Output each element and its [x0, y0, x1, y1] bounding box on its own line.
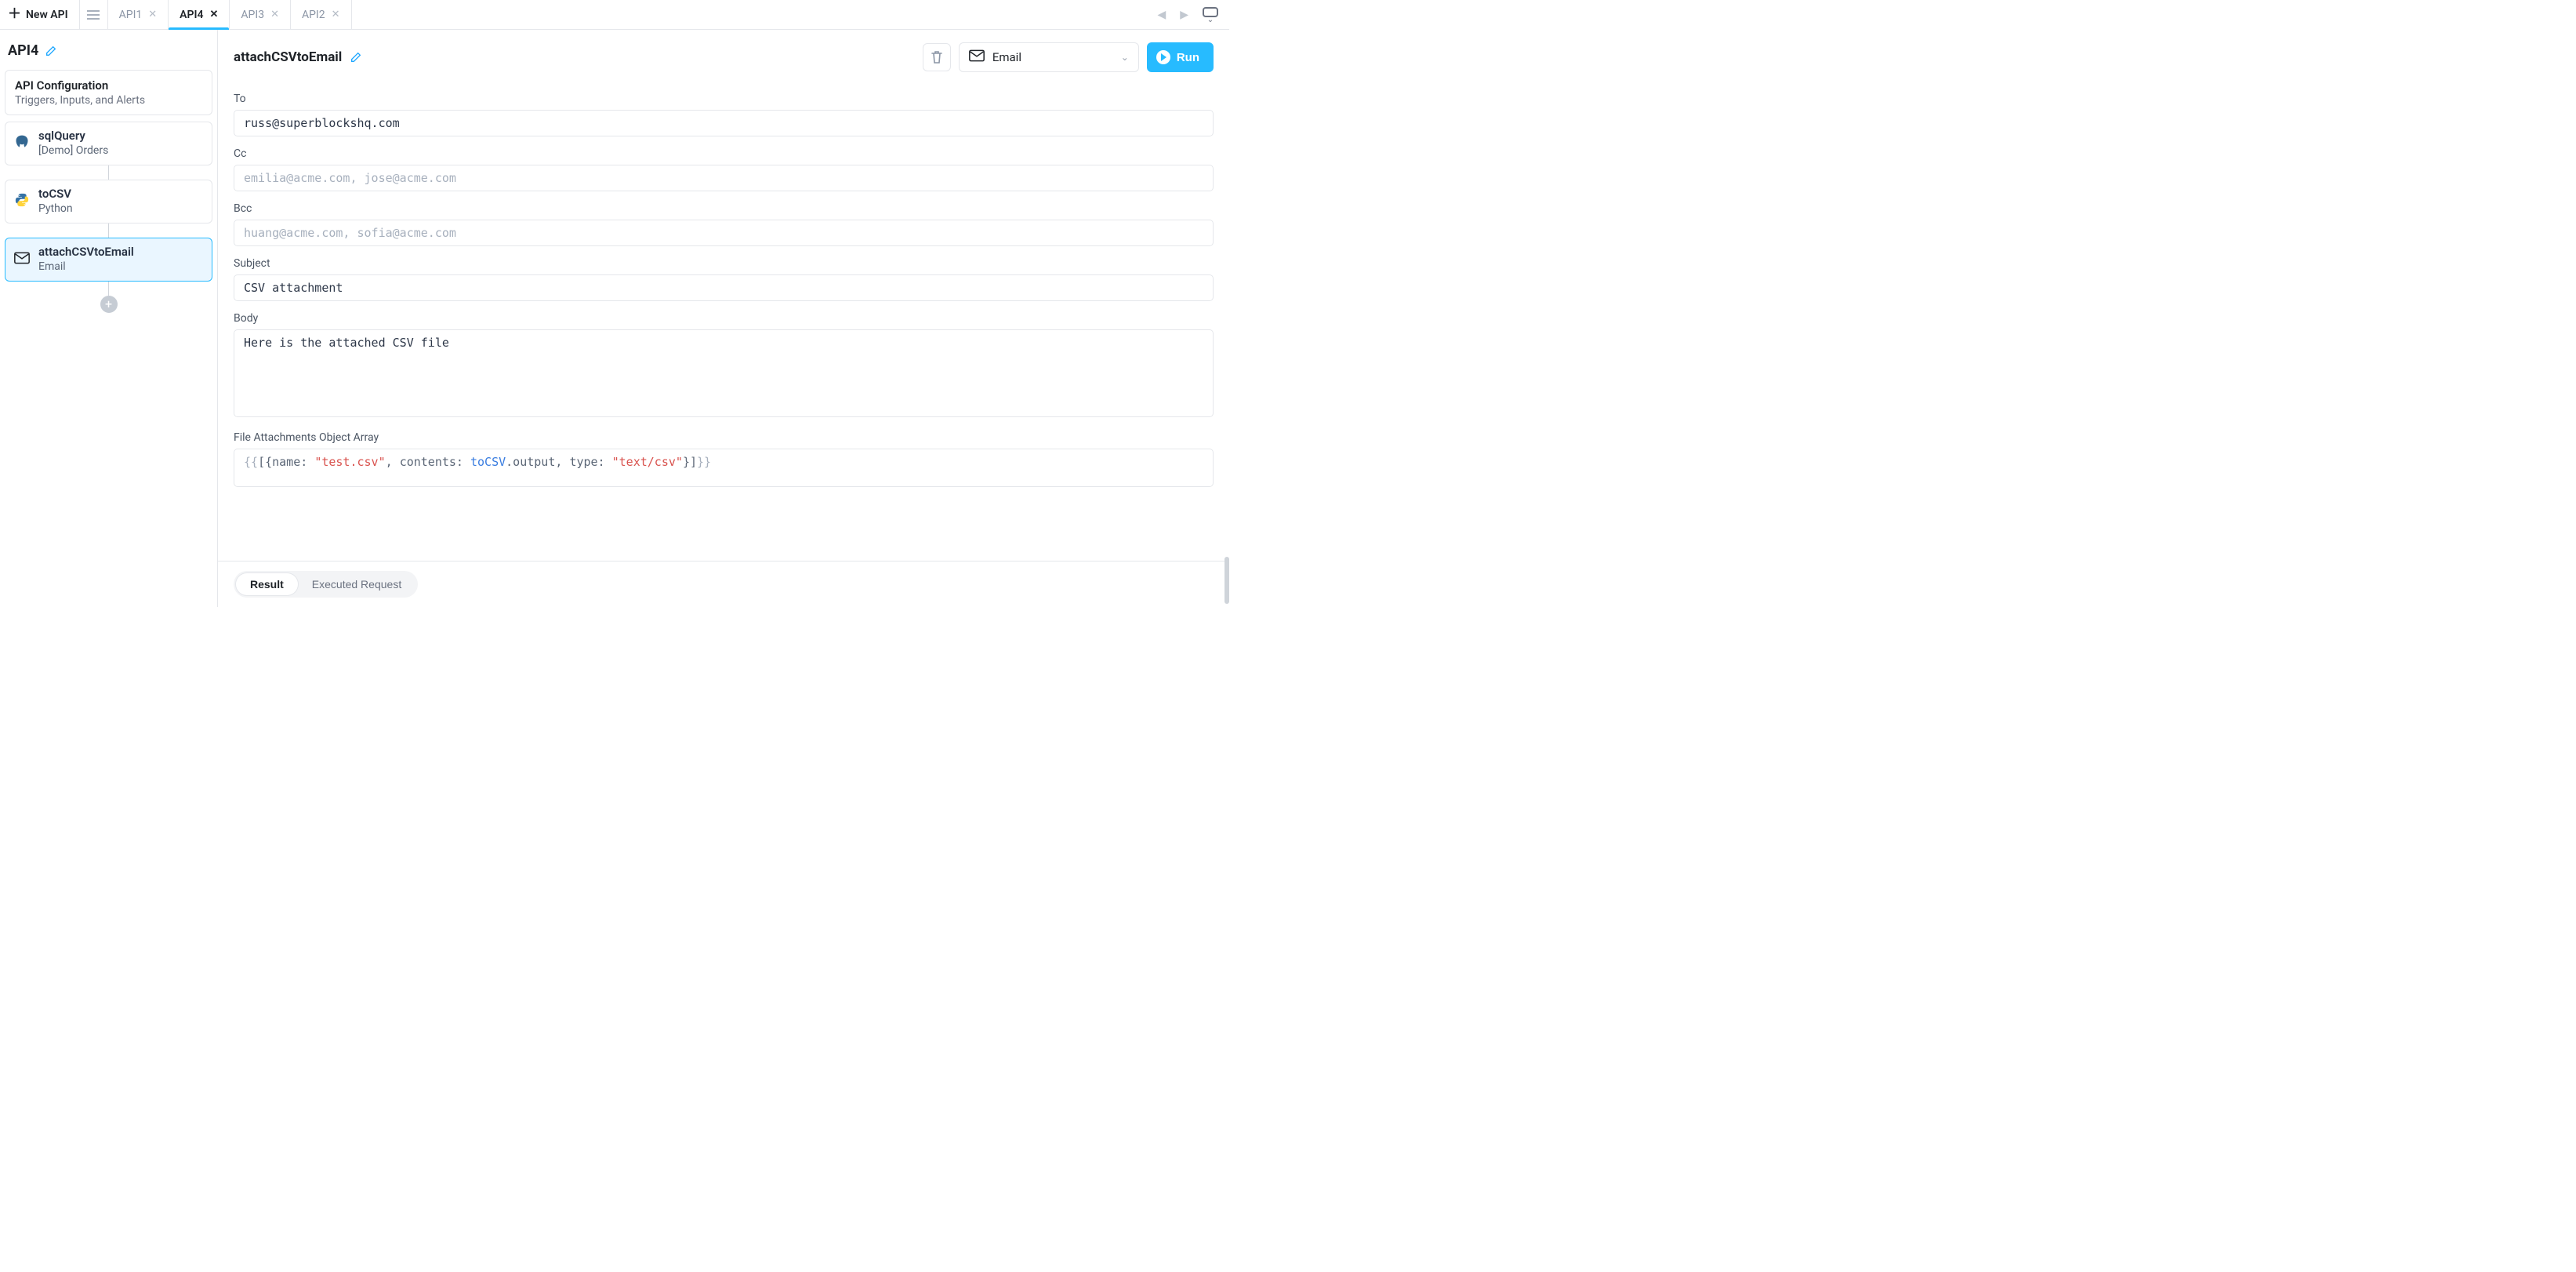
- tab-api2[interactable]: API2 ✕: [291, 0, 352, 29]
- python-icon: [13, 191, 31, 209]
- chevron-down-icon: ⌄: [1207, 18, 1214, 23]
- tab-api4[interactable]: API4 ✕: [169, 0, 230, 29]
- field-label: Body: [234, 312, 1214, 325]
- output-tab-result[interactable]: Result: [236, 573, 298, 595]
- close-icon[interactable]: ✕: [332, 9, 340, 20]
- run-button[interactable]: Run: [1147, 42, 1214, 72]
- plus-icon: ＋: [8, 8, 21, 21]
- field-label: File Attachments Object Array: [234, 431, 1214, 444]
- field-to: To: [234, 93, 1214, 136]
- file-attachments-code-input[interactable]: {{[{name: "test.csv", contents: toCSV.ou…: [234, 449, 1214, 487]
- step-connector: [108, 282, 109, 296]
- rename-step-button[interactable]: [350, 51, 362, 64]
- plus-icon: +: [105, 298, 112, 311]
- pencil-icon: [45, 45, 57, 57]
- step-sqlQuery[interactable]: sqlQuery [Demo] Orders: [5, 122, 212, 165]
- rename-api-button[interactable]: [45, 45, 57, 57]
- output-panel-header: Result Executed Request: [218, 561, 1229, 607]
- step-title: sqlQuery: [38, 129, 108, 143]
- step-editor-header: attachCSVtoEmail Email ⌄ Run: [218, 30, 1229, 78]
- field-body: Body: [234, 312, 1214, 420]
- preview-toggle[interactable]: ⌄: [1203, 7, 1218, 23]
- api-configuration-card[interactable]: API Configuration Triggers, Inputs, and …: [5, 70, 212, 115]
- delete-step-button[interactable]: [923, 43, 951, 71]
- add-step-button[interactable]: +: [100, 296, 118, 313]
- step-attachCSVtoEmail[interactable]: attachCSVtoEmail Email: [5, 238, 212, 282]
- tab-label: API4: [180, 9, 203, 21]
- field-label: Subject: [234, 257, 1214, 270]
- integration-select-value: Email: [992, 50, 1021, 64]
- field-bcc: Bcc: [234, 202, 1214, 246]
- field-label: Cc: [234, 147, 1214, 160]
- to-input[interactable]: [234, 110, 1214, 136]
- output-tab-switch: Result Executed Request: [234, 571, 418, 598]
- new-api-button[interactable]: ＋ New API: [0, 0, 80, 29]
- mail-icon: [969, 49, 985, 65]
- new-api-label: New API: [26, 9, 68, 21]
- tab-api1[interactable]: API1 ✕: [108, 0, 169, 29]
- tab-nav-prev[interactable]: ◀: [1157, 9, 1166, 21]
- play-icon: [1156, 50, 1170, 64]
- postgres-icon: [13, 133, 31, 151]
- chevron-down-icon: ⌄: [1121, 52, 1129, 63]
- open-tabs: API1 ✕ API4 ✕ API3 ✕ API2 ✕: [108, 0, 352, 29]
- body-textarea[interactable]: [234, 329, 1214, 417]
- output-tab-executed-request[interactable]: Executed Request: [298, 573, 415, 595]
- steps-column: sqlQuery [Demo] Orders toCSV Python: [5, 122, 212, 313]
- step-connector: [108, 165, 109, 180]
- api-list-menu-button[interactable]: [80, 0, 108, 29]
- card-subtitle: Triggers, Inputs, and Alerts: [15, 94, 202, 107]
- tab-strip: ＋ New API API1 ✕ API4 ✕ API3 ✕ API2 ✕ ◀ …: [0, 0, 1229, 30]
- close-icon[interactable]: ✕: [270, 9, 279, 20]
- api-structure-sidebar: API4 API Configuration Triggers, Inputs,…: [0, 30, 218, 607]
- step-subtitle: [Demo] Orders: [38, 144, 108, 157]
- tab-nav-controls: ◀ ▶ ⌄: [1146, 0, 1229, 29]
- bcc-input[interactable]: [234, 220, 1214, 246]
- api-name: API4: [8, 42, 38, 59]
- tab-label: API2: [302, 9, 325, 21]
- field-label: Bcc: [234, 202, 1214, 215]
- trash-icon: [931, 50, 943, 64]
- field-cc: Cc: [234, 147, 1214, 191]
- cc-input[interactable]: [234, 165, 1214, 191]
- scrollbar-thumb[interactable]: [1225, 557, 1229, 604]
- mail-icon: [13, 249, 31, 267]
- api-name-row: API4: [5, 42, 212, 70]
- step-subtitle: Python: [38, 202, 73, 215]
- subject-input[interactable]: [234, 274, 1214, 301]
- tab-api3[interactable]: API3 ✕: [230, 0, 291, 29]
- field-label: To: [234, 93, 1214, 105]
- field-file-attachments: File Attachments Object Array {{[{name: …: [234, 431, 1214, 487]
- step-editor-title: attachCSVtoEmail: [234, 49, 342, 65]
- tab-label: API1: [119, 9, 143, 21]
- integration-select[interactable]: Email ⌄: [959, 42, 1139, 72]
- step-subtitle: Email: [38, 260, 134, 273]
- run-button-label: Run: [1177, 51, 1199, 64]
- step-editor-pane: attachCSVtoEmail Email ⌄ Run T: [218, 30, 1229, 607]
- field-subject: Subject: [234, 257, 1214, 301]
- step-form: To Cc Bcc Subject Body File Attachments: [218, 78, 1229, 561]
- tab-label: API3: [241, 9, 264, 21]
- tab-nav-next[interactable]: ▶: [1180, 9, 1188, 21]
- close-icon[interactable]: ✕: [210, 9, 219, 20]
- step-connector: [108, 224, 109, 238]
- step-title: attachCSVtoEmail: [38, 245, 134, 259]
- menu-icon: [87, 10, 100, 20]
- card-title: API Configuration: [15, 78, 202, 93]
- close-icon[interactable]: ✕: [148, 9, 157, 20]
- pencil-icon: [350, 51, 362, 64]
- step-title: toCSV: [38, 187, 73, 201]
- step-toCSV[interactable]: toCSV Python: [5, 180, 212, 224]
